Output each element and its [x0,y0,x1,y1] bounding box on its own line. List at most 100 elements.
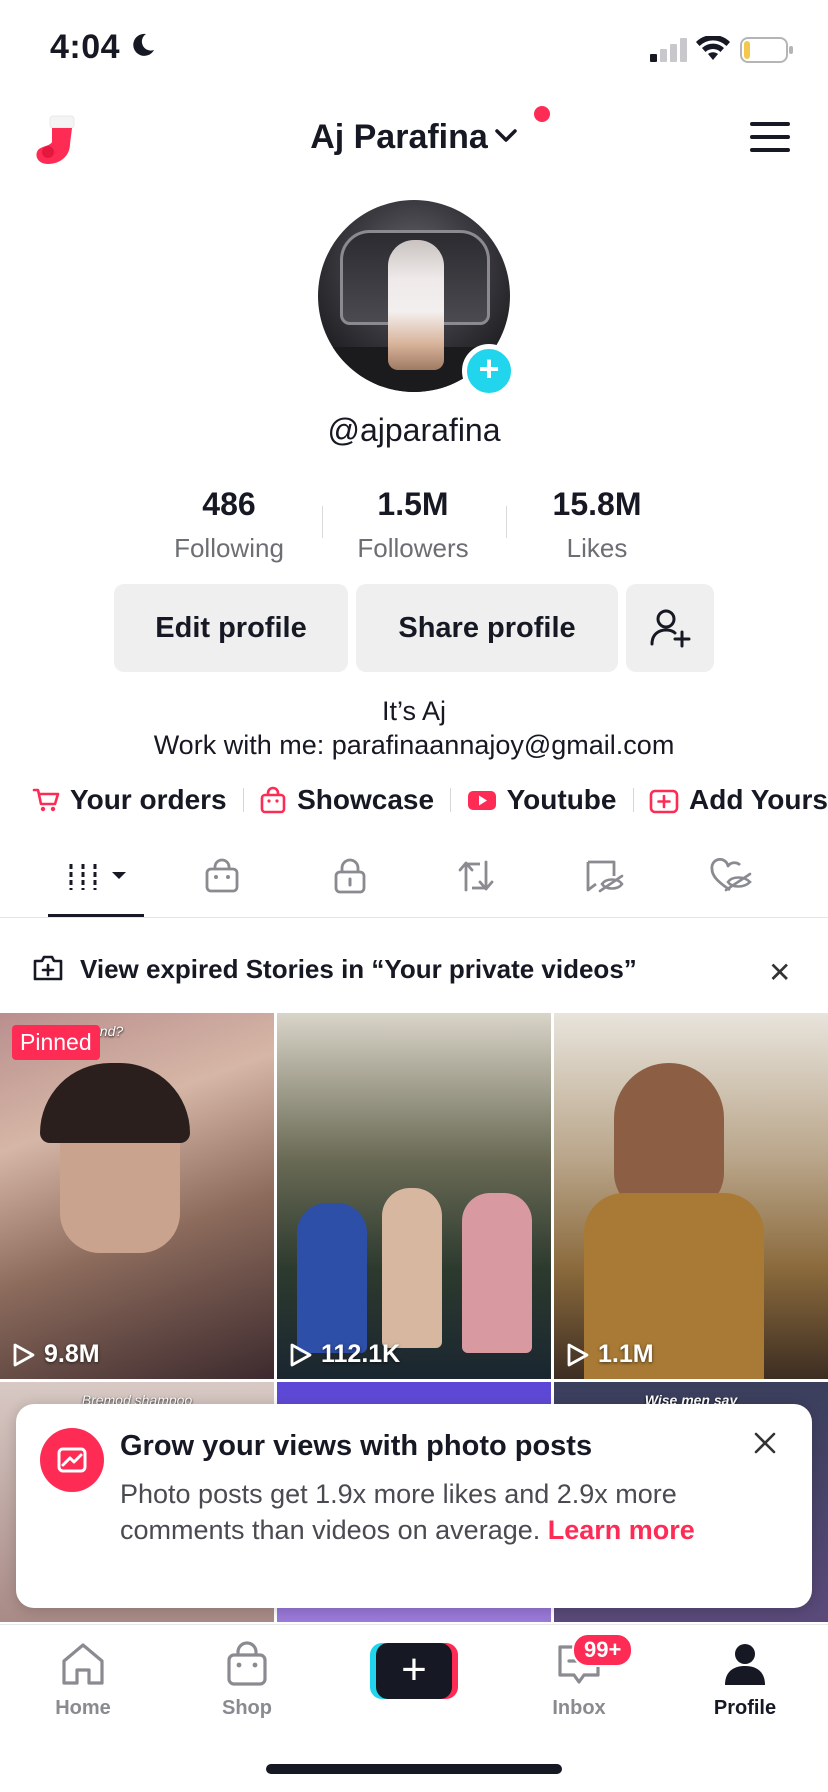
menu-icon[interactable] [750,122,790,152]
cart-icon [32,788,60,812]
tab-favorites[interactable] [584,858,626,899]
video-thumbnail[interactable]: end? Pinned 9.8M [0,1013,274,1379]
nav-label: Shop [222,1697,272,1719]
tab-reposts[interactable] [456,858,496,899]
stat-value: 1.5M [377,486,449,522]
profile-header: Aj Parafina [0,100,828,180]
view-count: 9.8M [12,1340,100,1369]
view-count-value: 1.1M [598,1340,654,1368]
profile-stats: 486 Following 1.5M Followers 15.8M Likes [0,486,828,566]
stat-likes[interactable]: 15.8M Likes [507,486,687,564]
your-orders-link[interactable]: Your orders [32,784,227,816]
battery-icon [740,37,793,63]
stat-following[interactable]: 486 Following [139,486,319,564]
tip-title: Grow your views with photo posts [120,1430,593,1462]
moon-icon [133,33,154,56]
bio: It’s Aj Work with me: parafinaannajoy@gm… [0,694,828,762]
status-time: 4:04 [50,28,121,66]
video-thumbnail[interactable]: 112.1K [277,1013,551,1379]
photo-posts-tip: Grow your views with photo posts Photo p… [16,1404,812,1608]
stat-value: 486 [202,486,256,522]
add-yours-link[interactable]: Add Yours [649,784,828,816]
nav-shop[interactable]: Shop [192,1641,302,1720]
stat-label: Followers [357,533,469,563]
play-icon [290,1343,312,1366]
account-switcher[interactable]: Aj Parafina [0,118,828,157]
notification-dot [534,106,550,122]
nav-label: Inbox [552,1697,606,1719]
add-yours-icon [649,789,679,814]
trending-icon [40,1428,104,1492]
add-story-button[interactable]: + [462,344,516,398]
link-label: Showcase [297,784,435,815]
tab-liked[interactable] [710,857,754,899]
view-count-value: 112.1K [321,1340,401,1368]
stat-label: Following [174,533,284,563]
showcase-link[interactable]: Showcase [259,784,434,816]
view-count: 1.1M [566,1340,654,1369]
play-icon [13,1343,35,1366]
stat-value: 15.8M [552,486,642,522]
add-friend-button[interactable] [626,584,714,672]
pinned-badge: Pinned [12,1025,100,1060]
grid-icon [69,864,126,890]
edit-profile-button[interactable]: Edit profile [114,584,348,672]
nav-home[interactable]: Home [28,1641,138,1720]
shopping-bag-icon [227,1641,267,1686]
shopping-bag-icon [260,786,286,814]
repost-icon [458,860,494,892]
profile-name: Aj Parafina [310,118,488,156]
heart-hidden-icon [710,857,752,892]
share-profile-button[interactable]: Share profile [356,584,618,672]
learn-more-link[interactable]: Learn more [548,1515,695,1545]
chevron-down-icon [495,129,517,142]
expired-stories-banner[interactable]: View expired Stories in “Your private vi… [0,934,828,1000]
thumbnail-figure [614,1063,724,1213]
bookmark-hidden-icon [586,860,624,893]
nav-profile[interactable]: Profile [690,1641,800,1720]
nav-label: Profile [713,1697,777,1719]
avatar-photo-person [388,240,444,370]
close-icon[interactable]: ✕ [768,956,791,989]
stat-label: Likes [566,533,628,563]
home-indicator [266,1764,562,1774]
add-user-icon [650,609,691,648]
youtube-link[interactable]: Youtube [467,784,617,816]
divider [242,788,244,812]
lock-icon [334,858,366,894]
thumbnail-figure [462,1193,532,1353]
tab-private[interactable] [332,858,368,899]
tab-videos[interactable] [68,858,132,899]
shopping-bag-icon [205,858,239,893]
play-icon [567,1343,589,1366]
thumbnail-caption: end? [92,1023,124,1039]
thumbnail-figure [382,1188,442,1348]
youtube-icon [467,791,496,810]
thumbnail-hair [40,1063,190,1143]
divider [450,788,451,812]
thumbnail-figure [297,1203,367,1353]
link-label: Add Yours [689,784,828,815]
divider [632,788,633,812]
link-label: Youtube [506,784,617,815]
view-count: 112.1K [289,1340,400,1369]
profile-icon [725,1644,765,1685]
tip-body: Photo posts get 1.9x more likes and 2.9x… [120,1476,740,1548]
view-count-value: 9.8M [44,1340,100,1368]
close-icon[interactable] [752,1430,778,1456]
active-tab-indicator [48,914,144,917]
link-label: Your orders [70,784,227,815]
expired-stories-text: View expired Stories in “Your private vi… [80,954,637,984]
username: @ajparafina [327,412,501,448]
bio-line: It’s Aj [381,696,447,726]
wifi-icon [696,36,730,60]
video-thumbnail[interactable]: 1.1M [554,1013,828,1379]
plus-icon: + [376,1643,452,1699]
inbox-badge: 99+ [572,1633,634,1667]
bio-line: Work with me: parafinaannajoy@gmail.com [153,730,675,760]
create-button[interactable]: + [370,1643,458,1699]
stat-followers[interactable]: 1.5M Followers [323,486,503,564]
profile-links: Your orders Showcase Youtube Add Yours [32,780,828,820]
content-tabs [0,840,828,918]
tab-shop[interactable] [204,858,240,899]
